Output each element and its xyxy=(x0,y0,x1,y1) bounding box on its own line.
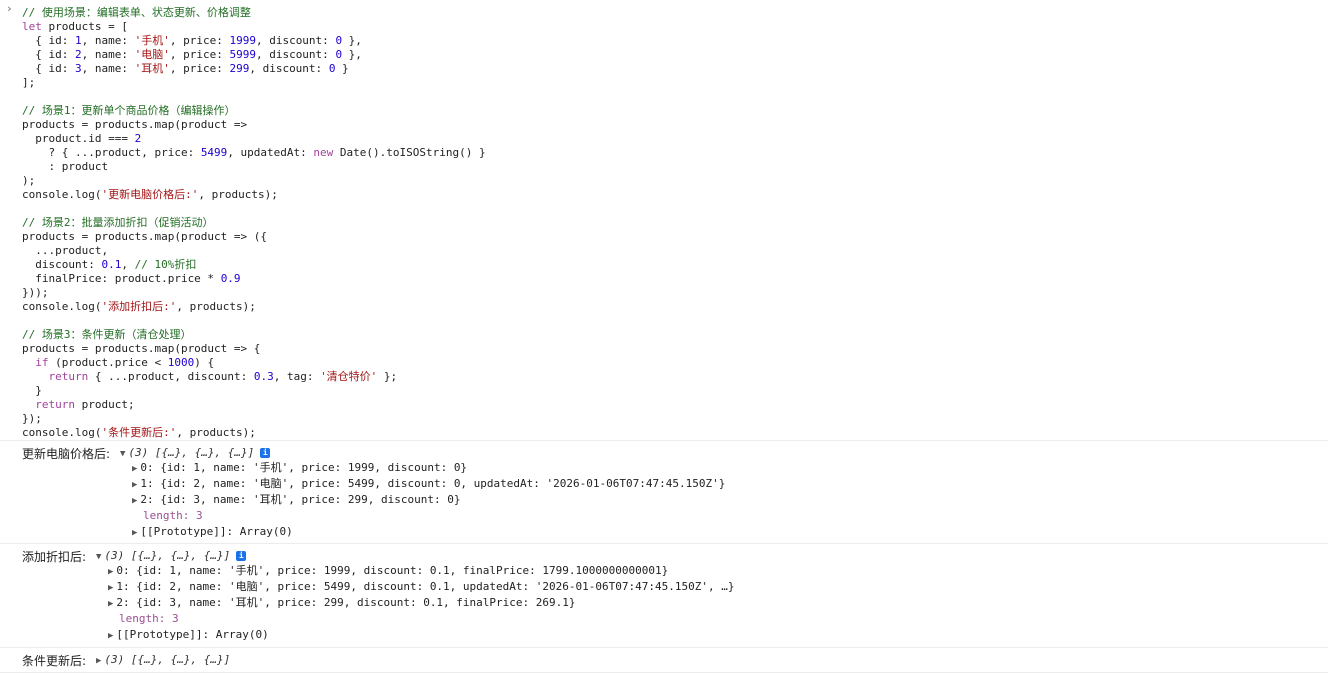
log-label: 条件更新后: xyxy=(22,654,87,668)
array-item[interactable]: ▶ 1: {id: 2, name: '电脑', price: 5499, dis… xyxy=(132,476,725,492)
console-log-entry: 条件更新后: ▶ (3) [{…}, {…}, {…}] xyxy=(0,648,1328,673)
code-line: { id: 2, name: '电脑', price: 5999, discou… xyxy=(22,48,362,61)
code-line: { id: 1, name: '手机', price: 1999, discou… xyxy=(22,34,362,47)
array-summary[interactable]: ▼ (3) [{…}, {…}, {…}] i xyxy=(120,446,271,459)
triangle-right-icon[interactable]: ▶ xyxy=(132,525,137,541)
code-line: return product; xyxy=(35,398,135,411)
array-item[interactable]: ▶ 0: {id: 1, name: '手机', price: 1999, dis… xyxy=(132,460,467,476)
prototype-text: [[Prototype]]: Array(0) xyxy=(116,628,269,641)
code-fragment: products = [ xyxy=(48,20,128,33)
array-item[interactable]: ▶ 1: {id: 2, name: '电脑', price: 5499, dis… xyxy=(108,579,734,595)
code-line: : product xyxy=(22,160,109,173)
code-line: // 场景2：批量添加折扣（促销活动） xyxy=(22,216,214,229)
code-line: })); xyxy=(22,286,49,299)
console-log-entry: 添加折扣后: ▼ (3) [{…}, {…}, {…}] i ▶ 0: {id: 1,… xyxy=(0,544,1328,648)
code-line: }); xyxy=(22,412,42,425)
array-summary-text: (3) [{…}, {…}, {…}] xyxy=(104,549,231,562)
array-item-text: 0: {id: 1, name: '手机', price: 1999, disc… xyxy=(140,461,468,474)
code-line: // 使用场景：编辑表单、状态更新、价格调整 xyxy=(22,6,251,19)
triangle-right-icon[interactable]: ▶ xyxy=(132,461,137,477)
code-line: discount: 0.1, // 10%折扣 xyxy=(22,258,197,271)
triangle-right-icon[interactable]: ▶ xyxy=(108,564,113,580)
code-line: return { ...product, discount: 0.3, tag:… xyxy=(48,370,398,383)
code-line: ...product, xyxy=(22,244,109,257)
prompt-chevron-icon: › xyxy=(6,2,13,15)
array-length: length: 3 xyxy=(143,509,203,522)
array-item-text: 1: {id: 2, name: '电脑', price: 5499, disc… xyxy=(116,580,735,593)
triangle-right-icon[interactable]: ▶ xyxy=(132,477,137,493)
triangle-right-icon[interactable]: ▶ xyxy=(108,596,113,612)
array-summary-text: (3) [{…}, {…}, {…}] xyxy=(128,446,255,459)
code-block[interactable]: // 使用场景：编辑表单、状态更新、价格调整 let products = [ … xyxy=(22,6,486,440)
code-line: products = products.map(product => ({ xyxy=(22,230,268,243)
array-item-text: 2: {id: 3, name: '耳机', price: 299, disco… xyxy=(140,493,461,506)
triangle-right-icon[interactable]: ▶ xyxy=(108,628,113,644)
triangle-right-icon[interactable]: ▶ xyxy=(132,493,137,509)
array-length: length: 3 xyxy=(119,612,179,625)
code-line: // 场景1：更新单个商品价格（编辑操作） xyxy=(22,104,236,117)
code-line: console.log('条件更新后:', products); xyxy=(22,426,256,439)
triangle-down-icon[interactable]: ▼ xyxy=(96,552,101,562)
array-prototype[interactable]: ▶ [[Prototype]]: Array(0) xyxy=(132,524,293,540)
array-summary[interactable]: ▶ (3) [{…}, {…}, {…}] xyxy=(96,653,230,666)
log-label: 添加折扣后: xyxy=(22,550,87,564)
prototype-text: [[Prototype]]: Array(0) xyxy=(140,525,293,538)
array-item[interactable]: ▶ 2: {id: 3, name: '耳机', price: 299, disc… xyxy=(132,492,460,508)
code-line: finalPrice: product.price * 0.9 xyxy=(22,272,241,285)
array-item-text: 0: {id: 1, name: '手机', price: 1999, disc… xyxy=(116,564,669,577)
code-line: if (product.price < 1000) { xyxy=(35,356,215,369)
code-line: products = products.map(product => xyxy=(22,118,248,131)
array-item[interactable]: ▶ 2: {id: 3, name: '耳机', price: 299, disc… xyxy=(108,595,576,611)
info-icon[interactable]: i xyxy=(260,448,271,458)
array-summary-text: (3) [{…}, {…}, {…}] xyxy=(104,653,231,666)
array-item-text: 1: {id: 2, name: '电脑', price: 5499, disc… xyxy=(140,477,726,490)
code-line: product.id === 2 xyxy=(22,132,142,145)
console-input-entry: › // 使用场景：编辑表单、状态更新、价格调整 let products = … xyxy=(0,0,1328,441)
code-line: console.log('添加折扣后:', products); xyxy=(22,300,256,313)
array-summary[interactable]: ▼ (3) [{…}, {…}, {…}] i xyxy=(96,549,247,562)
devtools-console: › // 使用场景：编辑表单、状态更新、价格调整 let products = … xyxy=(0,0,1328,673)
array-prototype[interactable]: ▶ [[Prototype]]: Array(0) xyxy=(108,627,269,643)
code-line: let products = [ xyxy=(22,20,128,33)
code-line: // 场景3：条件更新（清仓处理） xyxy=(22,328,192,341)
code-line: ); xyxy=(22,174,36,187)
code-line: { id: 3, name: '耳机', price: 299, discoun… xyxy=(22,62,349,75)
console-log-entry: 更新电脑价格后: ▼ (3) [{…}, {…}, {…}] i ▶ 0: {id: … xyxy=(0,441,1328,544)
code-line: ? { ...product, price: 5499, updatedAt: … xyxy=(22,146,486,159)
array-item-text: 2: {id: 3, name: '耳机', price: 299, disco… xyxy=(116,596,576,609)
info-icon[interactable]: i xyxy=(236,551,247,561)
triangle-right-icon[interactable]: ▶ xyxy=(108,580,113,596)
triangle-right-icon[interactable]: ▶ xyxy=(96,656,101,666)
array-item[interactable]: ▶ 0: {id: 1, name: '手机', price: 1999, dis… xyxy=(108,563,668,579)
triangle-down-icon[interactable]: ▼ xyxy=(120,449,125,459)
code-line: ]; xyxy=(22,76,36,89)
log-label: 更新电脑价格后: xyxy=(22,447,111,461)
code-line: products = products.map(product => { xyxy=(22,342,261,355)
code-line: console.log('更新电脑价格后:', products); xyxy=(22,188,278,201)
code-line: } xyxy=(22,384,42,397)
